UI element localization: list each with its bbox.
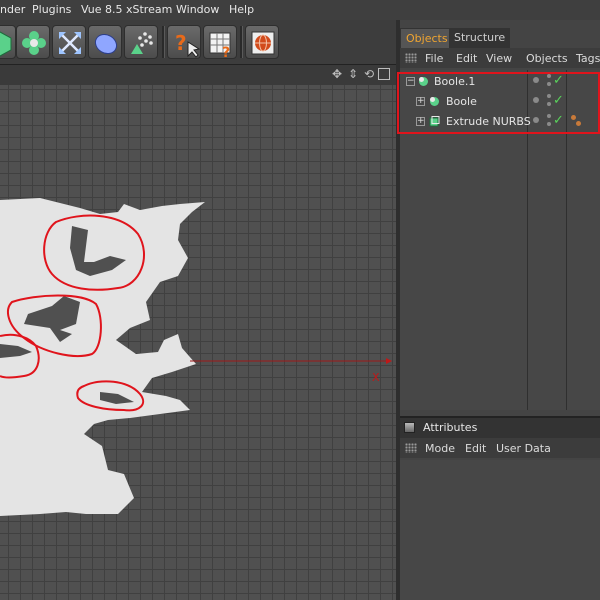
menu-edit[interactable]: Edit (456, 52, 477, 65)
object-name[interactable]: Boole (446, 95, 477, 108)
toolbar-separator (162, 26, 165, 58)
attributes-body (400, 460, 600, 600)
panel-grip-icon (404, 422, 415, 433)
rotate-view-icon[interactable]: ⟲ (362, 67, 376, 81)
enabled-check-icon[interactable]: ✓ (553, 73, 564, 88)
panel-tabs: Objects Structure (400, 26, 600, 49)
tab-structure[interactable]: Structure (449, 28, 511, 48)
render-settings-icon[interactable]: ? (203, 25, 237, 60)
object-name[interactable]: Extrude NURBS (446, 115, 531, 128)
toolbar-separator (240, 26, 243, 58)
objects-menu-bar: File Edit View Objects Tags (400, 48, 600, 68)
right-panel: Objects Structure File Edit View Objects… (400, 20, 600, 600)
render-globe-icon[interactable] (245, 25, 279, 59)
visibility-render-dot[interactable] (547, 122, 551, 126)
visibility-editor-dot[interactable] (533, 97, 539, 103)
help-cursor-icon[interactable]: ? (167, 25, 201, 59)
particle-emitter-icon[interactable] (124, 25, 158, 59)
menu-edit[interactable]: Edit (465, 442, 486, 455)
attributes-title: Attributes (423, 421, 478, 434)
object-row[interactable]: + Extrude NURBS ✓ (400, 112, 600, 132)
viewport[interactable]: X (0, 85, 396, 600)
expand-toggle-icon[interactable]: + (416, 117, 425, 126)
menu-window[interactable]: Window (176, 3, 219, 16)
visibility-render-dot[interactable] (547, 102, 551, 106)
flower-generator-icon[interactable] (16, 25, 50, 59)
grip-icon (405, 443, 417, 453)
menu-view[interactable]: View (486, 52, 512, 65)
boolean-shape (0, 198, 205, 516)
x-axis-label: X (372, 371, 380, 384)
enabled-check-icon[interactable]: ✓ (553, 113, 564, 128)
menu-bar: nder Plugins Vue 8.5 xStream Window Help (0, 0, 600, 20)
boole-object-icon (430, 97, 439, 106)
menu-tags[interactable]: Tags (576, 52, 600, 65)
visibility-dot[interactable] (547, 94, 551, 98)
grip-icon (405, 53, 417, 63)
boole-object-icon (419, 77, 428, 86)
material-tag-icon[interactable] (571, 115, 576, 120)
extrude-nurbs-icon (429, 116, 440, 127)
collapse-toggle-icon[interactable]: − (406, 77, 415, 86)
menu-file[interactable]: File (425, 52, 443, 65)
object-name[interactable]: Boole.1 (434, 75, 475, 88)
attributes-header: Attributes (400, 416, 600, 438)
object-row[interactable]: − Boole.1 ✓ (400, 72, 600, 92)
menu-vue[interactable]: Vue 8.5 xStream (81, 3, 172, 16)
svg-text:?: ? (222, 45, 230, 60)
deformer-arrows-icon[interactable] (52, 25, 86, 59)
svg-text:?: ? (175, 31, 187, 55)
attributes-menu-bar: Mode Edit User Data (400, 438, 600, 458)
menu-objects[interactable]: Objects (526, 52, 568, 65)
visibility-dot[interactable] (547, 114, 551, 118)
zoom-view-icon[interactable]: ⇕ (346, 67, 360, 81)
visibility-render-dot[interactable] (547, 82, 551, 86)
x-axis-arrow (386, 358, 392, 364)
cube-primitive-icon[interactable] (0, 25, 16, 59)
viewport-header: ✥ ⇕ ⟲ (0, 64, 396, 85)
menu-plugins[interactable]: Plugins (32, 3, 71, 16)
expand-toggle-icon[interactable]: + (416, 97, 425, 106)
nurbs-shape-icon[interactable] (88, 25, 122, 59)
object-list: − Boole.1 ✓ + Boole ✓ + Extrude NURBS ✓ (400, 70, 600, 410)
visibility-editor-dot[interactable] (533, 117, 539, 123)
object-row[interactable]: + Boole ✓ (400, 92, 600, 112)
menu-render[interactable]: nder (0, 3, 25, 16)
toolbar: ? ? (0, 20, 396, 64)
visibility-dot[interactable] (547, 74, 551, 78)
tab-objects[interactable]: Objects (400, 28, 454, 49)
visibility-editor-dot[interactable] (533, 77, 539, 83)
menu-user-data[interactable]: User Data (496, 442, 551, 455)
move-view-icon[interactable]: ✥ (330, 67, 344, 81)
enabled-check-icon[interactable]: ✓ (553, 93, 564, 108)
maximize-view-icon[interactable] (378, 68, 390, 80)
menu-help[interactable]: Help (229, 3, 254, 16)
material-tag-icon[interactable] (576, 121, 581, 126)
menu-mode[interactable]: Mode (425, 442, 455, 455)
viewport-canvas: X (0, 198, 392, 516)
